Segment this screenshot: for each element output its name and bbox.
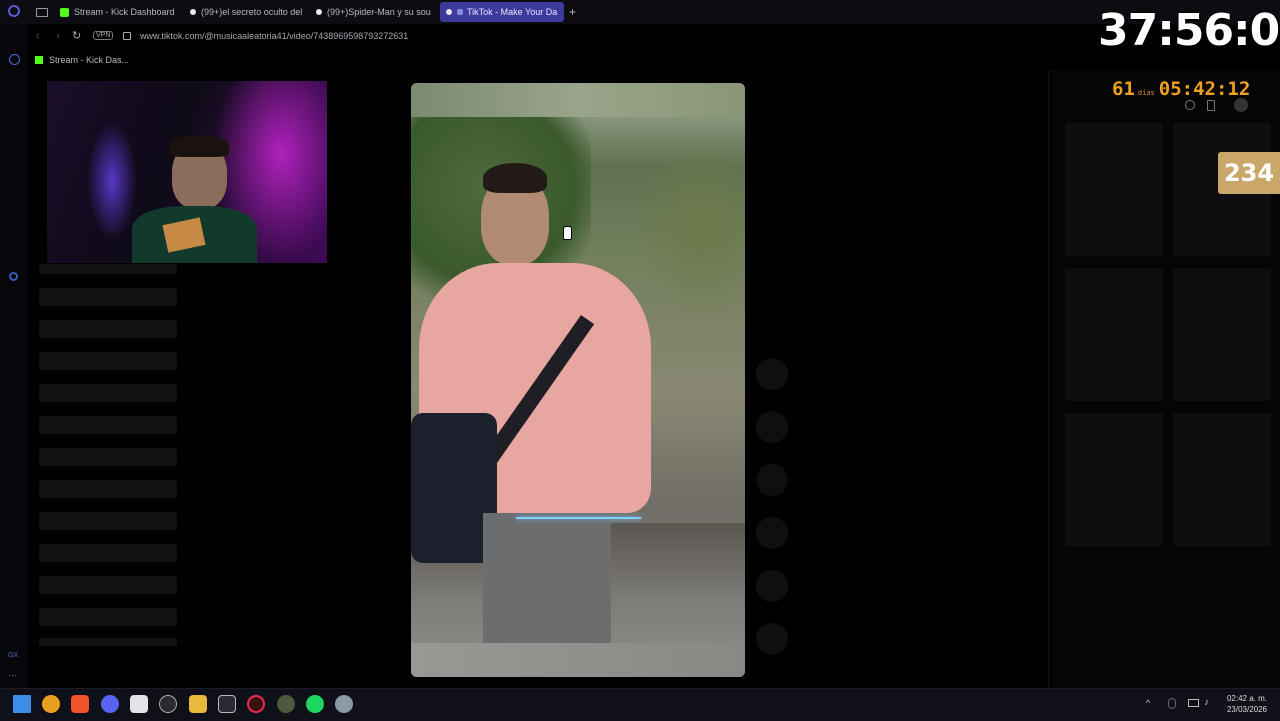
placeholder-bar <box>39 512 177 530</box>
chevron-up-icon[interactable]: ^ <box>1146 698 1150 708</box>
microphone-icon[interactable] <box>1168 698 1176 709</box>
placeholder-bar <box>39 480 177 498</box>
placeholder-bar <box>39 638 177 646</box>
settings-gear-icon[interactable] <box>335 695 353 713</box>
kick-icon <box>60 7 69 17</box>
bookmarks-bar: Stream - Kick Das... <box>28 52 328 68</box>
opera-gx-icon[interactable] <box>247 695 265 713</box>
countdown-overlay: 61 días 05:42:12 <box>1112 78 1250 100</box>
placeholder-bar <box>39 384 177 402</box>
countdown-days: 61 <box>1112 78 1135 100</box>
comment-button[interactable] <box>756 411 788 443</box>
system-clock[interactable]: 02:42 a. m. 23/03/2026 <box>1222 693 1272 715</box>
workspaces-icon[interactable] <box>36 8 48 17</box>
tab-tiktok[interactable]: TikTok - Make Your Da <box>440 2 564 22</box>
audio-waveform <box>516 517 641 519</box>
browser-sidebar: GX ··· <box>0 24 28 688</box>
like-button[interactable] <box>756 358 788 390</box>
windows-start-icon[interactable] <box>13 695 31 713</box>
webcam-feed <box>47 81 327 263</box>
kick-icon <box>35 56 43 64</box>
placeholder-bar <box>39 288 177 306</box>
tab-kick-dashboard[interactable]: Stream - Kick Dashboard <box>60 2 180 22</box>
more-icon[interactable]: ··· <box>8 670 17 680</box>
tab-label: (99+)Spider-Man y su sou <box>327 7 431 17</box>
vpn-badge[interactable]: VPN <box>93 31 114 40</box>
placeholder-bar <box>39 576 177 594</box>
placeholder-bar <box>39 416 177 434</box>
app-icon-coin[interactable] <box>42 695 60 713</box>
forward-icon[interactable]: › <box>56 30 60 42</box>
tiktok-icon <box>190 9 196 15</box>
panel-icon-c[interactable] <box>1234 98 1248 112</box>
placeholder-bar <box>39 544 177 562</box>
lock-icon[interactable] <box>123 32 131 40</box>
placeholder-bar <box>39 608 177 626</box>
settings-icon[interactable] <box>9 272 18 281</box>
address-bar: ‹ › ↻ VPN www.tiktok.com/@musicaaleatori… <box>28 28 1088 48</box>
app-icon-disc[interactable] <box>277 695 295 713</box>
bookmark-kick[interactable]: Stream - Kick Das... <box>49 55 129 65</box>
video-player[interactable] <box>411 83 745 677</box>
panel-icon-a[interactable] <box>1185 100 1195 110</box>
share-button[interactable] <box>756 517 788 549</box>
obs-icon[interactable] <box>159 695 177 713</box>
opera-logo-icon[interactable] <box>8 5 20 17</box>
panel-icon-b[interactable] <box>1207 100 1215 111</box>
new-tab-button[interactable]: + <box>569 2 581 22</box>
spotify-icon[interactable] <box>306 695 324 713</box>
placeholder-bar <box>39 448 177 466</box>
webcam-light-left <box>87 121 137 241</box>
tab-label: Stream - Kick Dashboard <box>74 7 175 17</box>
tab-spiderman[interactable]: (99+)Spider-Man y su sou <box>316 2 432 22</box>
back-icon[interactable]: ‹ <box>36 30 40 42</box>
video-top-strip <box>411 83 745 117</box>
tiktok-icon <box>316 9 322 15</box>
tile[interactable] <box>1173 268 1271 401</box>
store-icon[interactable] <box>130 695 148 713</box>
clock-date: 23/03/2026 <box>1226 705 1268 714</box>
volume-icon[interactable]: ♪ <box>1204 697 1209 708</box>
streamer-hair <box>169 135 229 157</box>
placeholder-bar <box>39 320 177 338</box>
countdown-time: 05:42:12 <box>1158 78 1251 100</box>
tile[interactable] <box>1173 413 1271 546</box>
messenger-icon[interactable] <box>9 54 20 65</box>
more-button[interactable] <box>756 570 788 602</box>
tile[interactable] <box>1065 413 1163 546</box>
tab-secreto[interactable]: (99+)el secreto oculto del <box>190 2 302 22</box>
game-controller-icon[interactable] <box>218 695 236 713</box>
discord-icon[interactable] <box>101 695 119 713</box>
network-icon[interactable] <box>1188 699 1199 707</box>
save-button[interactable] <box>756 464 788 496</box>
tile[interactable] <box>1065 123 1163 256</box>
url-input[interactable]: www.tiktok.com/@musicaaleatoria41/video/… <box>140 31 660 41</box>
sound-button[interactable] <box>756 623 788 655</box>
tab-label: (99+)el secreto oculto del <box>201 7 302 17</box>
person-hair <box>483 163 547 193</box>
folder-icon[interactable] <box>189 695 207 713</box>
brave-icon[interactable] <box>71 695 89 713</box>
tiktok-icon <box>446 9 452 15</box>
placeholder-bar <box>39 352 177 370</box>
plus-icon: + <box>569 5 577 19</box>
browser-tab-bar: Stream - Kick Dashboard (99+)el secreto … <box>0 0 1280 24</box>
tree-right <box>641 143 745 313</box>
gx-label: GX <box>8 652 19 659</box>
placeholder-bar <box>39 264 177 274</box>
mouse-cursor-icon <box>563 226 572 240</box>
tab-label: TikTok - Make Your Da <box>467 7 558 17</box>
speaker-icon[interactable] <box>457 9 463 15</box>
video-bottom-strip <box>411 643 745 677</box>
reload-icon[interactable]: ↻ <box>72 29 81 42</box>
stream-timer: 37:56:00 <box>1098 5 1280 56</box>
countdown-days-label: días <box>1137 89 1155 97</box>
count-badge: 234 <box>1218 152 1280 194</box>
tile[interactable] <box>1065 268 1163 401</box>
clock-time: 02:42 a. m. <box>1226 694 1268 703</box>
